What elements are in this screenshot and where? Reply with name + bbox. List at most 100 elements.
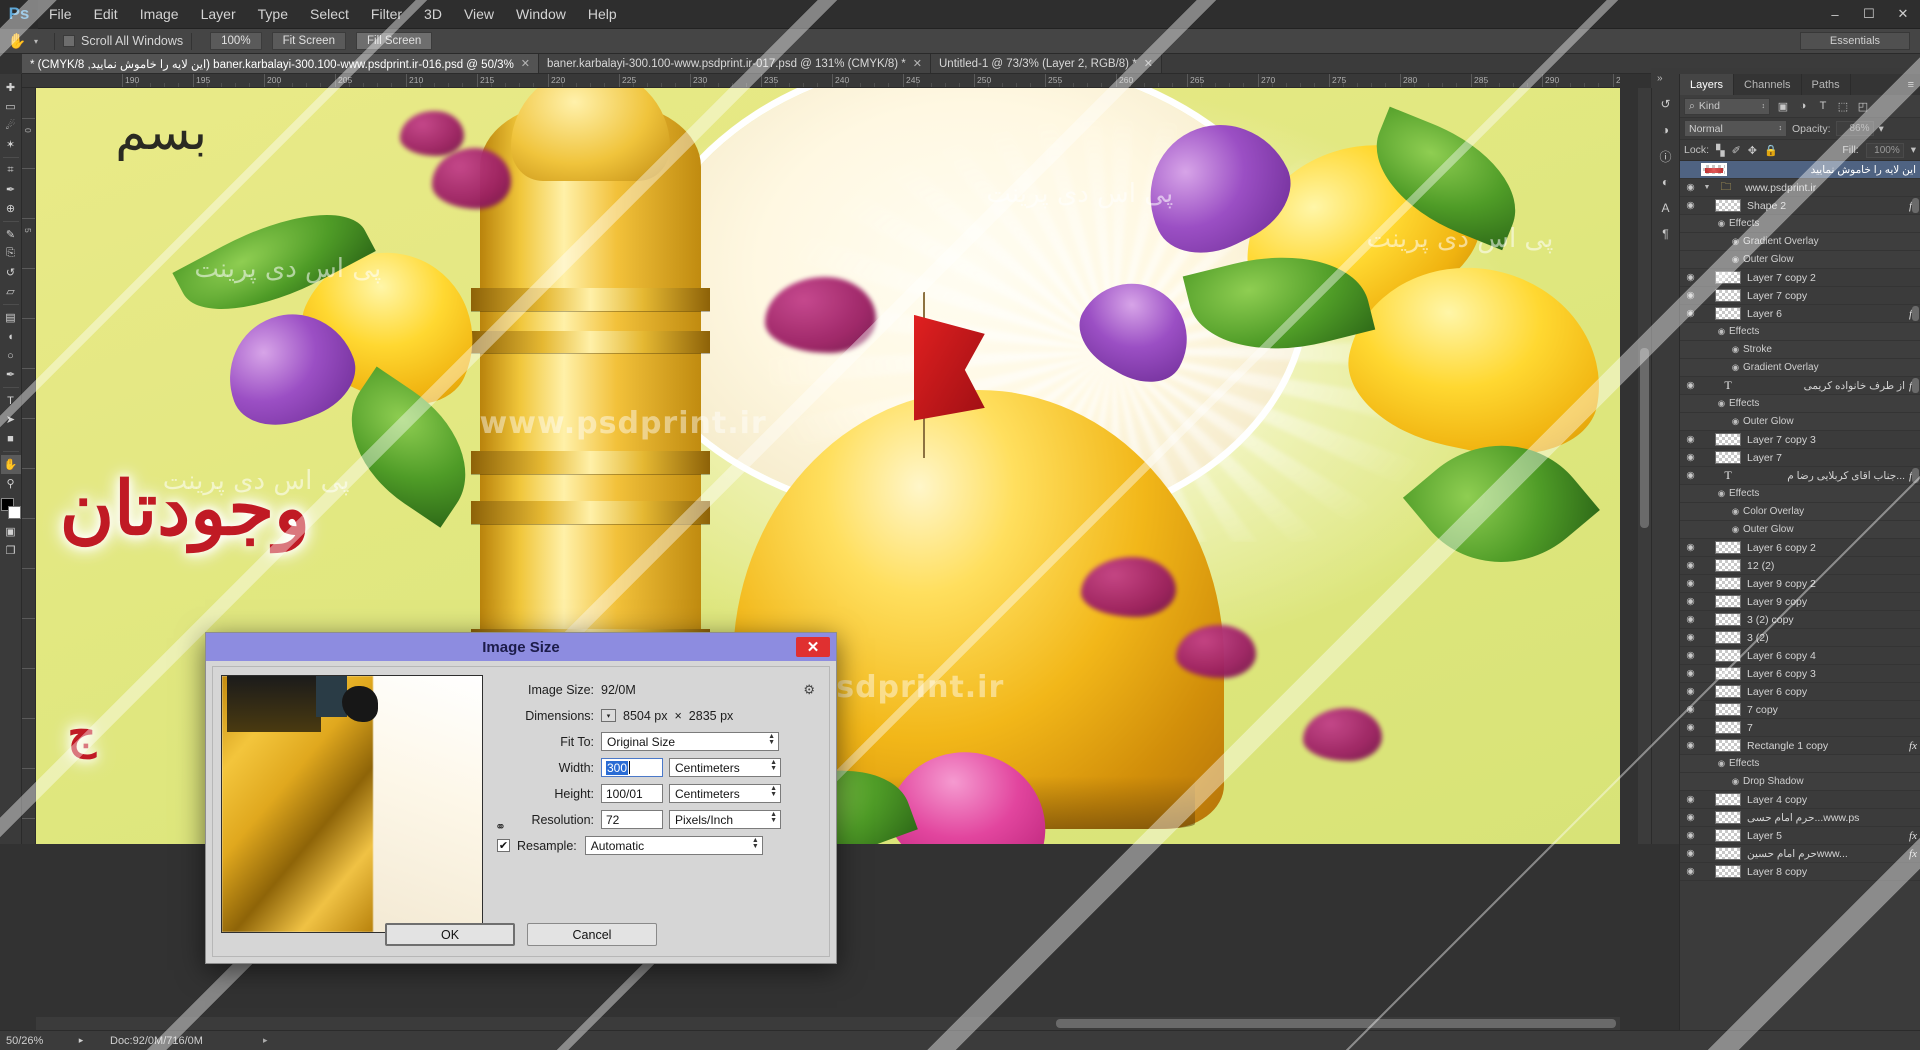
layer-thumbnail[interactable]: [1715, 559, 1741, 572]
layer-visibility-icon[interactable]: ◉: [1680, 596, 1701, 607]
layer-row[interactable]: ◉ Layer 5 fx: [1680, 827, 1920, 845]
layer-thumbnail[interactable]: [1715, 811, 1741, 824]
layer-visibility-icon[interactable]: ◉: [1728, 344, 1743, 355]
layer-effects-icon[interactable]: fx: [1909, 830, 1920, 842]
layer-row[interactable]: ◉ 7 copy: [1680, 701, 1920, 719]
status-arrow-icon[interactable]: ▸: [74, 1035, 88, 1046]
layer-visibility-icon[interactable]: ◉: [1728, 236, 1743, 247]
layer-visibility-icon[interactable]: ◉: [1680, 200, 1701, 211]
layer-row[interactable]: ◉ Effects: [1680, 755, 1920, 773]
zoom-level[interactable]: 50/26%: [0, 1035, 74, 1047]
layer-expand-handle[interactable]: [1912, 468, 1919, 483]
option-button-fill-screen[interactable]: Fill Screen: [355, 32, 433, 50]
close-icon[interactable]: ✕: [521, 57, 530, 70]
layer-row[interactable]: ◉ Color Overlay: [1680, 503, 1920, 521]
layer-visibility-icon[interactable]: ◉: [1680, 686, 1701, 697]
cancel-button[interactable]: Cancel: [527, 923, 657, 946]
layer-visibility-icon[interactable]: ◉: [1714, 218, 1729, 229]
layer-row[interactable]: ◉ Layer 8 copy: [1680, 863, 1920, 881]
scroll-all-windows-checkbox[interactable]: Scroll All Windows: [63, 34, 183, 48]
quick-mask-tool-icon[interactable]: ▣: [1, 522, 21, 541]
layer-row[interactable]: ◉ 3 (2): [1680, 629, 1920, 647]
layer-thumbnail[interactable]: [1715, 433, 1741, 446]
maximize-button[interactable]: ☐: [1852, 0, 1886, 29]
opacity-chevron-icon[interactable]: ▾: [1879, 123, 1884, 135]
close-button[interactable]: ✕: [1886, 0, 1920, 29]
layer-row[interactable]: ◉ Gradient Overlay: [1680, 233, 1920, 251]
eraser-tool-icon[interactable]: ▱: [1, 282, 21, 301]
fill-chevron-icon[interactable]: ▾: [1911, 144, 1916, 156]
layer-row[interactable]: ◉ 12 (2): [1680, 557, 1920, 575]
lock-image-icon[interactable]: ✐: [1732, 144, 1741, 157]
layer-row[interactable]: ◉ Effects: [1680, 395, 1920, 413]
menu-item-select[interactable]: Select: [299, 0, 360, 29]
filter-type-icon[interactable]: T: [1813, 97, 1833, 116]
status-play-icon[interactable]: ▸: [263, 1035, 268, 1046]
panel-tab-layers[interactable]: Layers: [1680, 74, 1735, 95]
layer-row[interactable]: ◉ Layer 7 copy: [1680, 287, 1920, 305]
rectangle-tool-icon[interactable]: ■: [1, 429, 21, 448]
layer-row[interactable]: ◉ Layer 9 copy 2: [1680, 575, 1920, 593]
layer-row[interactable]: ◉ Layer 6 copy: [1680, 683, 1920, 701]
info-panel-icon[interactable]: ⓘ: [1654, 144, 1678, 168]
layer-visibility-icon[interactable]: ◉: [1728, 524, 1743, 535]
menu-item-3d[interactable]: 3D: [413, 0, 453, 29]
character-panel-icon[interactable]: A: [1654, 196, 1678, 220]
resolution-input[interactable]: 72: [601, 810, 663, 829]
layer-visibility-icon[interactable]: ◉: [1714, 326, 1729, 337]
chevron-down-icon[interactable]: ▾: [34, 37, 38, 46]
panel-tab-channels[interactable]: Channels: [1734, 74, 1802, 95]
layer-visibility-icon[interactable]: ◉: [1680, 182, 1701, 193]
layer-thumbnail[interactable]: [1715, 307, 1741, 320]
layer-row[interactable]: ◉Shape 2fx: [1680, 197, 1920, 215]
layer-row[interactable]: ◉ Layer 6 copy 2: [1680, 539, 1920, 557]
layer-visibility-icon[interactable]: ◉: [1728, 506, 1743, 517]
history-panel-icon[interactable]: ↺: [1654, 92, 1678, 116]
layer-thumbnail[interactable]: [1715, 667, 1741, 680]
background-color-swatch[interactable]: [7, 506, 21, 519]
layer-row[interactable]: ◉ 7: [1680, 719, 1920, 737]
layer-row[interactable]: ◉Layer 6fx: [1680, 305, 1920, 323]
lasso-tool-icon[interactable]: ☄: [1, 116, 21, 135]
layer-thumbnail[interactable]: [1715, 199, 1741, 212]
minimize-button[interactable]: –: [1818, 0, 1852, 29]
layer-thumbnail[interactable]: [1715, 865, 1741, 878]
workspace-switcher[interactable]: Essentials: [1800, 32, 1910, 50]
layer-visibility-icon[interactable]: ◉: [1680, 470, 1701, 481]
fill-value[interactable]: 100%: [1865, 142, 1904, 158]
collapse-icon[interactable]: »: [1657, 73, 1663, 84]
layer-visibility-icon[interactable]: ◉: [1714, 488, 1729, 499]
layer-visibility-icon[interactable]: ◉: [1680, 812, 1701, 823]
marquee-tool-icon[interactable]: ▭: [1, 97, 21, 116]
menu-item-file[interactable]: File: [38, 0, 83, 29]
resample-select[interactable]: Automatic ▲ ▼: [584, 836, 763, 855]
dialog-close-button[interactable]: ✕: [796, 637, 830, 657]
ok-button[interactable]: OK: [385, 923, 515, 946]
layer-visibility-icon[interactable]: ◉: [1680, 578, 1701, 589]
layer-row[interactable]: ◉ Layer 9 copy: [1680, 593, 1920, 611]
filter-shape-icon[interactable]: ⬚: [1833, 97, 1853, 116]
layer-visibility-icon[interactable]: ◉: [1728, 362, 1743, 373]
brush-tool-icon[interactable]: ✎: [1, 225, 21, 244]
layer-visibility-icon[interactable]: ◉: [1680, 560, 1701, 571]
layer-visibility-icon[interactable]: ◉: [1680, 848, 1701, 859]
document-tab[interactable]: baner.karbalayi-300.100-www.psdprint.ir-…: [539, 54, 931, 73]
layer-expand-handle[interactable]: [1912, 306, 1919, 321]
layer-row[interactable]: ◉ Layer 4 copy: [1680, 791, 1920, 809]
gear-icon[interactable]: ⚙: [803, 682, 821, 698]
document-tab[interactable]: Untitled-1 @ 73/3% (Layer 2, RGB/8) * ✕: [931, 54, 1162, 73]
dodge-tool-icon[interactable]: ○: [1, 346, 21, 365]
layer-row[interactable]: ◉ Stroke: [1680, 341, 1920, 359]
layer-visibility-icon[interactable]: ◉: [1714, 758, 1729, 769]
layer-thumbnail[interactable]: [1701, 163, 1727, 176]
path-selection-tool-icon[interactable]: ➤: [1, 410, 21, 429]
layer-thumbnail[interactable]: [1715, 577, 1741, 590]
screen-mode-tool-icon[interactable]: ❐: [1, 541, 21, 560]
color-panel-icon[interactable]: ◑: [1654, 118, 1678, 142]
layer-visibility-icon[interactable]: ◉: [1680, 542, 1701, 553]
menu-item-help[interactable]: Help: [577, 0, 628, 29]
menu-item-filter[interactable]: Filter: [360, 0, 413, 29]
resolution-unit-select[interactable]: Pixels/Inch ▲ ▼: [669, 810, 781, 829]
crop-tool-icon[interactable]: ⌗: [1, 161, 21, 180]
layer-effects-icon[interactable]: fx: [1909, 740, 1920, 752]
